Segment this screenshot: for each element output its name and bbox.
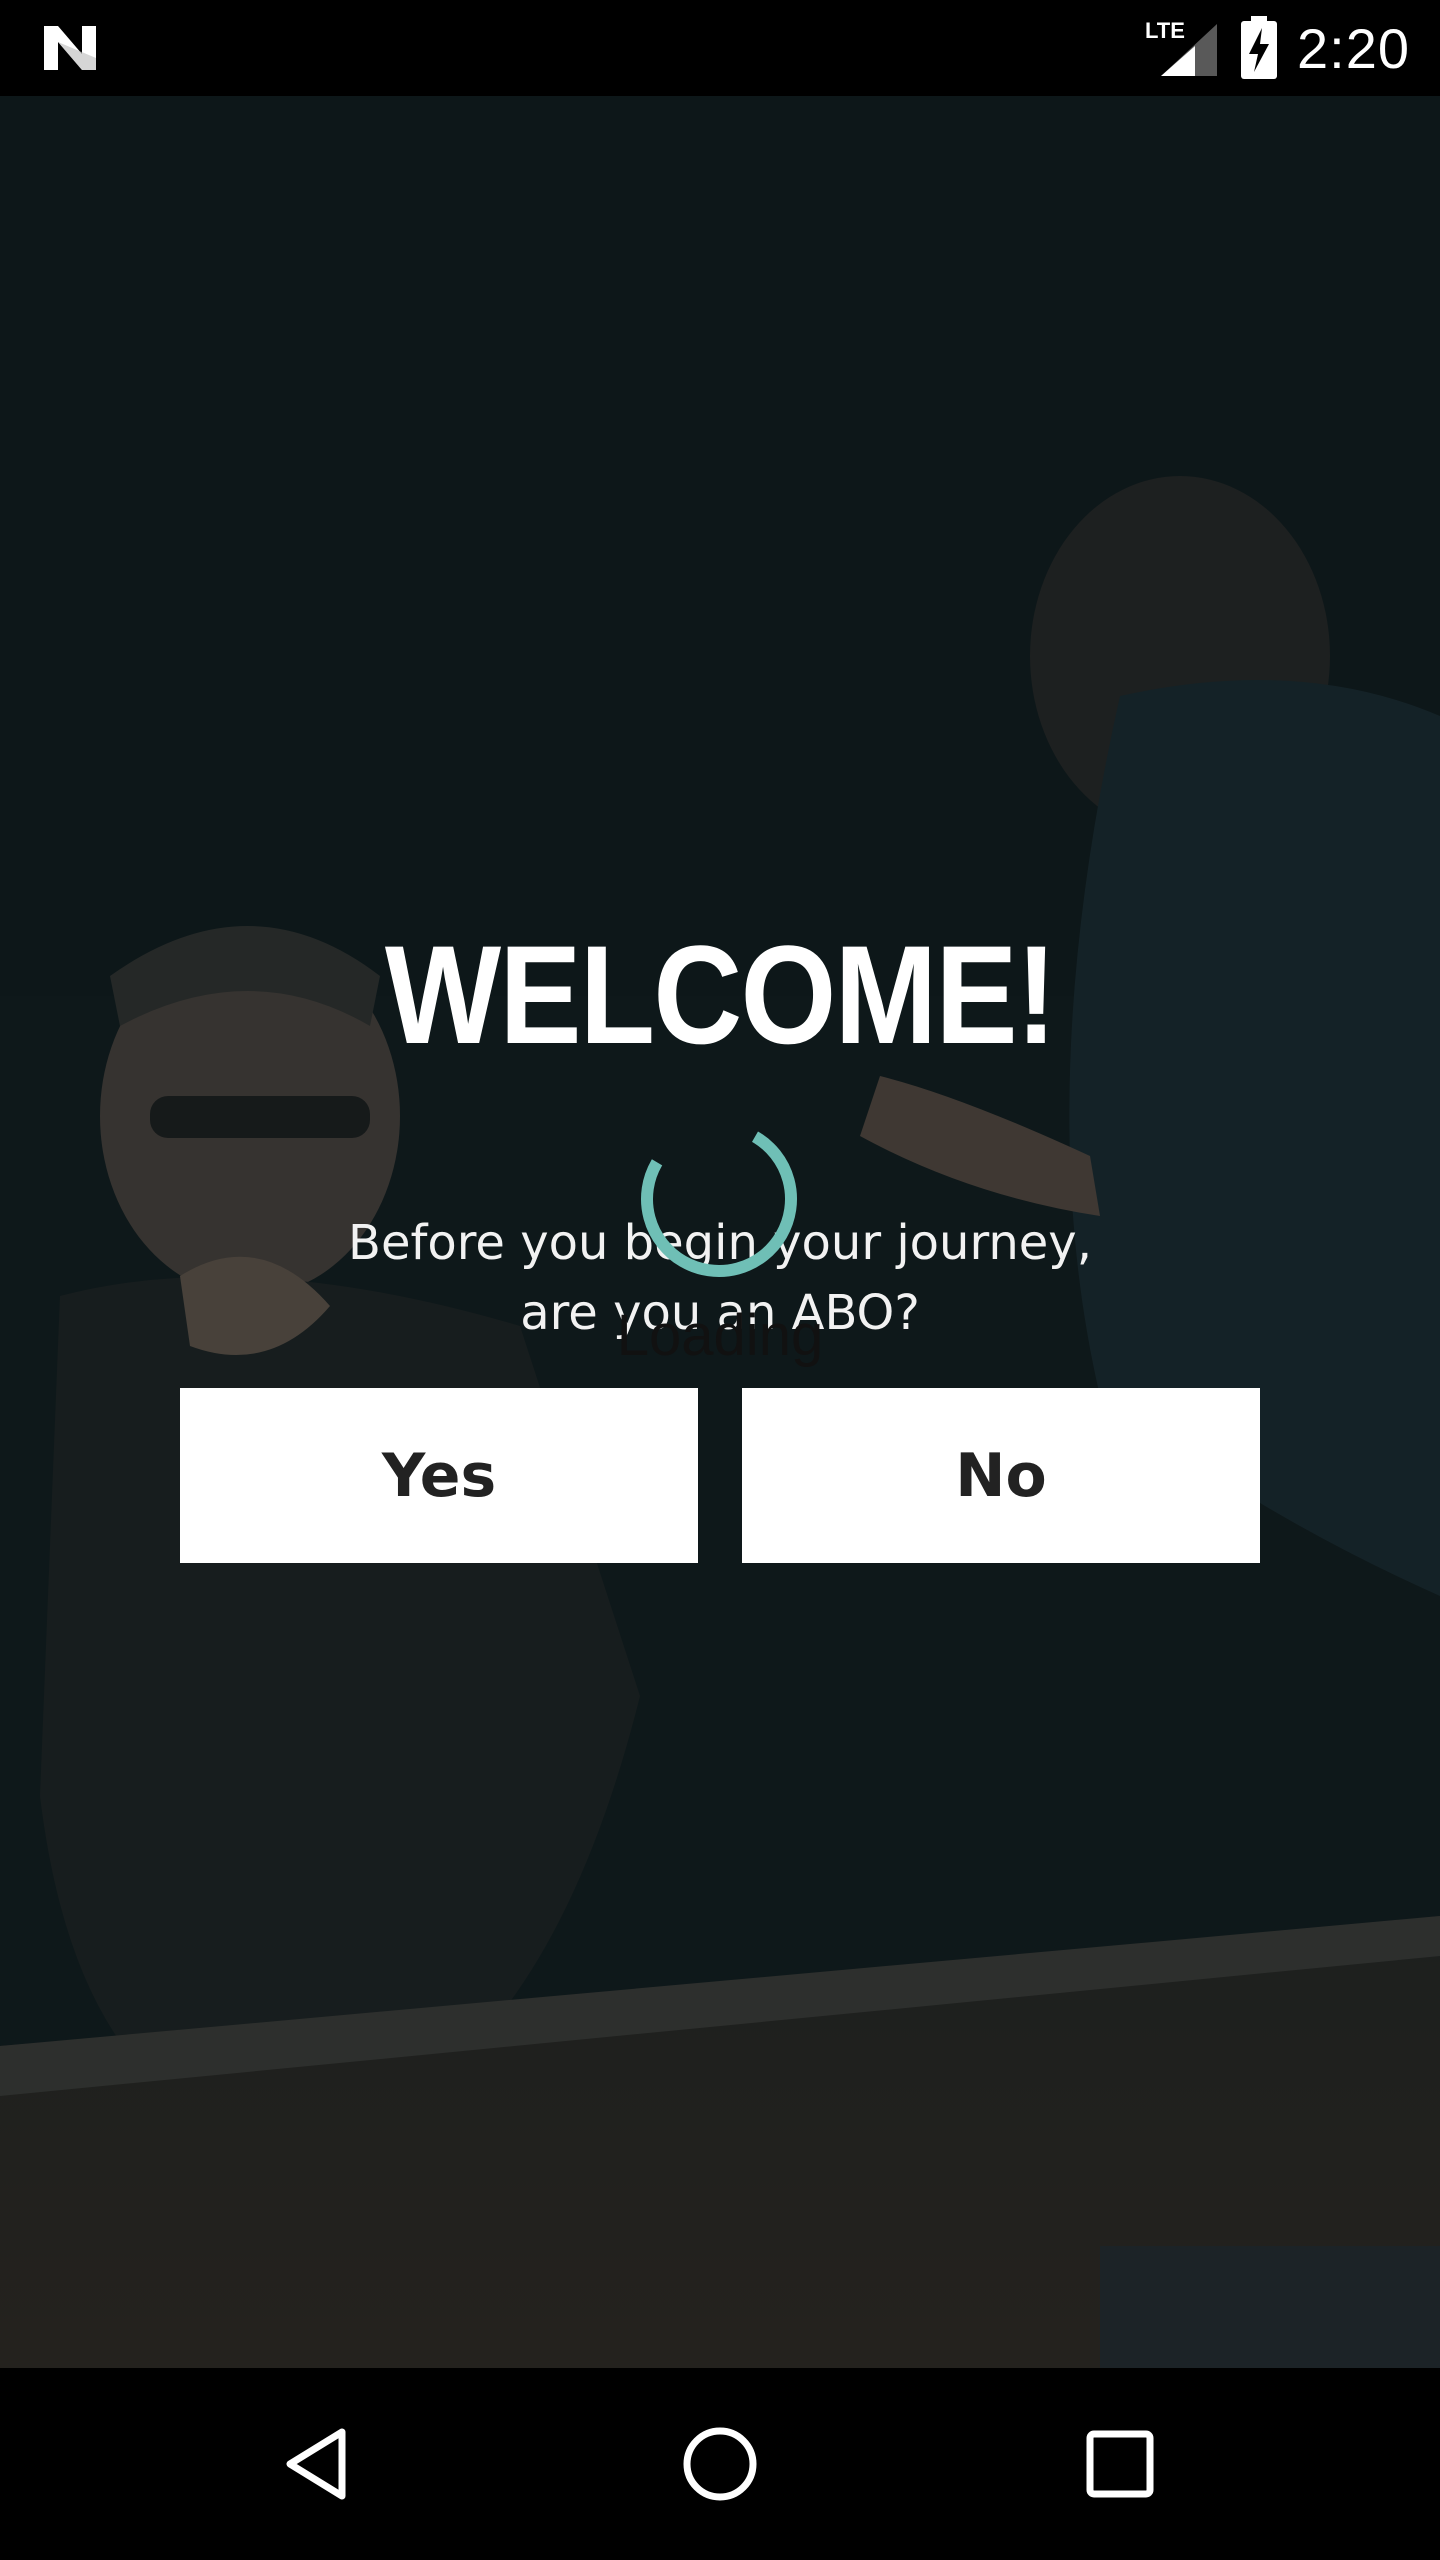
welcome-title: WELCOME! <box>384 916 1057 1073</box>
back-icon <box>286 2428 346 2500</box>
android-n-icon <box>44 26 96 70</box>
navigation-bar <box>0 2368 1440 2560</box>
status-time: 2:20 <box>1297 16 1410 80</box>
status-icons: LTE 2:20 <box>1145 0 1410 96</box>
app-screen: LTE 2:20 WELCOME! Before you begin your … <box>0 0 1440 2560</box>
loading-spinner-icon <box>641 1121 797 1277</box>
loading-label: Loading <box>616 1303 824 1368</box>
status-bar: LTE 2:20 <box>0 0 1440 96</box>
home-button[interactable] <box>600 2368 840 2560</box>
yes-button[interactable]: Yes <box>180 1388 698 1563</box>
lte-signal-icon: LTE <box>1145 18 1217 76</box>
battery-charging-icon <box>1241 16 1277 79</box>
lte-label: LTE <box>1145 18 1185 43</box>
no-button[interactable]: No <box>742 1388 1260 1563</box>
back-button[interactable] <box>200 2368 440 2560</box>
recents-button[interactable] <box>1000 2368 1240 2560</box>
home-icon <box>683 2427 757 2501</box>
recents-icon <box>1086 2430 1154 2498</box>
